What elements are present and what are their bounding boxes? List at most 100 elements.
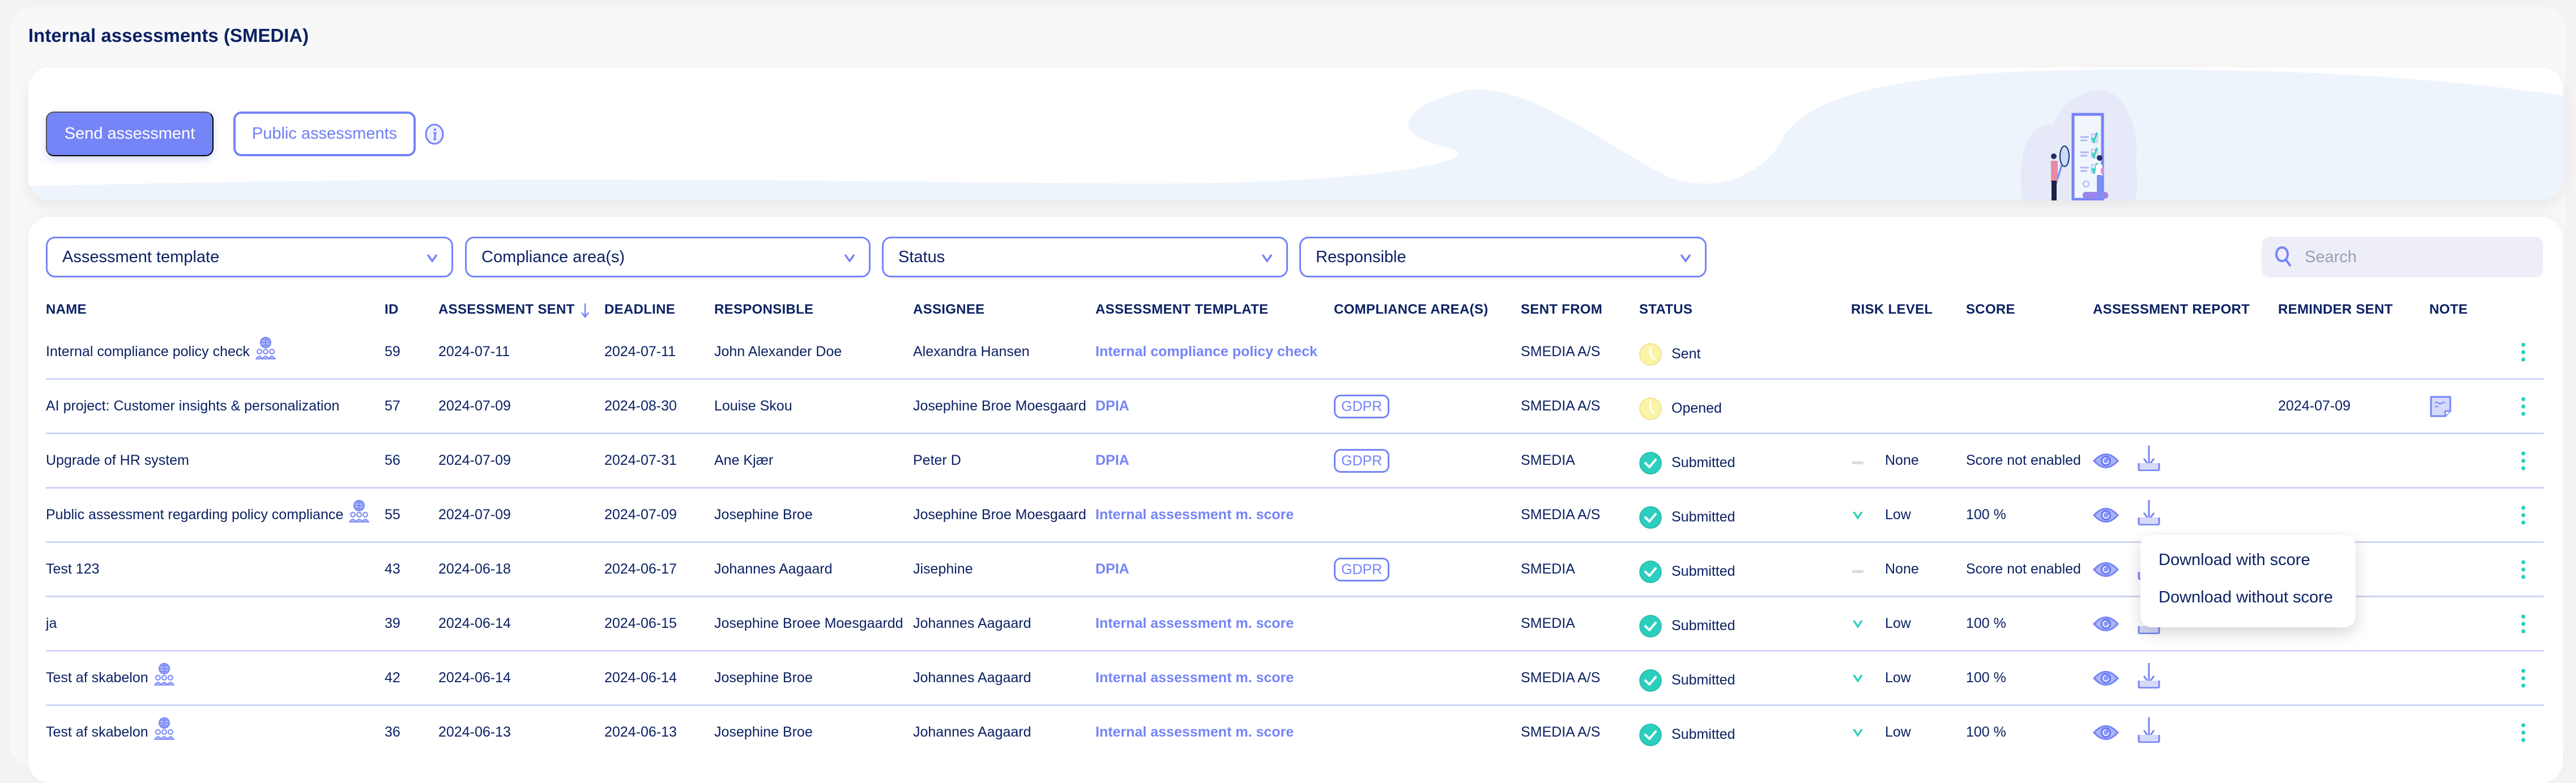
info-icon[interactable]	[425, 123, 444, 145]
eye-icon[interactable]	[2093, 669, 2119, 688]
column-header-responsible[interactable]: RESPONSIBLE	[714, 302, 813, 318]
more-options-icon[interactable]	[2520, 505, 2527, 525]
column-header-assessment-template[interactable]: ASSESSMENT TEMPLATE	[1095, 302, 1268, 318]
template-link[interactable]: Internal compliance policy check	[1095, 344, 1317, 360]
filter-status[interactable]: Status	[882, 237, 1288, 277]
more-options-icon[interactable]	[2520, 342, 2527, 362]
eye-icon[interactable]	[2093, 723, 2119, 742]
column-header-score[interactable]: SCORE	[1966, 302, 2015, 318]
public-assessments-button[interactable]: Public assessments	[233, 112, 416, 156]
column-header-name[interactable]: NAME	[46, 302, 87, 318]
cell-template: Internal assessment m. score	[1095, 489, 1294, 541]
column-header-status[interactable]: STATUS	[1639, 302, 1692, 318]
more-options-icon[interactable]	[2520, 559, 2527, 580]
cell-deadline: 2024-06-13	[604, 706, 677, 759]
cell-report	[2093, 706, 2161, 759]
cell-id: 59	[385, 326, 400, 378]
column-header-assessment-sent[interactable]: ASSESSMENT SENT	[438, 302, 590, 318]
table-row[interactable]: Test af skabelon 42 2024-06-14 2024-06-14 Jo…	[46, 652, 2544, 706]
sent-date: 2024-06-13	[438, 724, 511, 740]
template-link[interactable]: Internal assessment m. score	[1095, 507, 1294, 523]
eye-icon[interactable]	[2093, 560, 2119, 579]
risk-level: Low	[1885, 724, 1911, 740]
sent-from: SMEDIA A/S	[1521, 344, 1601, 360]
cell-status: Submitted	[1639, 545, 1735, 598]
cell-status: Opened	[1639, 382, 1722, 435]
checklist-illustration	[2020, 90, 2138, 200]
template-link[interactable]: DPIA	[1095, 561, 1129, 577]
column-header-id[interactable]: ID	[385, 302, 399, 318]
table-row[interactable]: Upgrade of HR system 56 2024-07-09 2024-07-…	[46, 434, 2544, 489]
filter-assessment-template[interactable]: Assessment template	[46, 237, 453, 277]
cell-assessment-sent: 2024-07-11	[438, 326, 510, 378]
cell-status: Submitted	[1639, 600, 1735, 652]
filter-compliance-area[interactable]: Compliance area(s)	[465, 237, 871, 277]
assessment-name[interactable]: Public assessment regarding policy compl…	[46, 507, 343, 523]
assessment-id: 39	[385, 615, 400, 631]
column-header-deadline[interactable]: DEADLINE	[604, 302, 675, 318]
table-row[interactable]: Test af skabelon 36 2024-06-13 2024-06-13 Jo…	[46, 706, 2544, 760]
download-with-score-option[interactable]: Download with score	[2159, 551, 2310, 570]
more-options-icon[interactable]	[2520, 614, 2527, 634]
template-link[interactable]: DPIA	[1095, 452, 1129, 469]
more-options-icon[interactable]	[2520, 396, 2527, 417]
search-input[interactable]	[2304, 247, 2532, 267]
cell-responsible: Josephine Broe	[714, 652, 813, 704]
template-link[interactable]: Internal assessment m. score	[1095, 670, 1294, 686]
download-without-score-option[interactable]: Download without score	[2159, 588, 2333, 607]
cell-deadline: 2024-07-09	[604, 489, 677, 541]
cell-report	[2093, 652, 2161, 704]
cell-status: Submitted	[1639, 437, 1735, 489]
filter-responsible[interactable]: Responsible	[1299, 237, 1707, 277]
more-options-icon[interactable]	[2520, 451, 2527, 471]
table-row[interactable]: AI project: Customer insights & personal…	[46, 380, 2544, 434]
score-value: 100 %	[1966, 724, 2006, 740]
table-row[interactable]: Internal compliance policy check 59 2024-0…	[46, 326, 2544, 380]
assessment-name[interactable]: Upgrade of HR system	[46, 452, 189, 469]
eye-icon[interactable]	[2093, 506, 2119, 525]
column-header-reminder-sent[interactable]: REMINDER SENT	[2278, 302, 2393, 318]
column-header-assignee[interactable]: ASSIGNEE	[913, 302, 984, 318]
sent-date: 2024-07-11	[438, 344, 510, 360]
assignee-name: Josephine Broe Moesgaard	[913, 507, 1086, 523]
cell-more	[2520, 706, 2527, 759]
eye-icon[interactable]	[2093, 614, 2119, 634]
cell-status: Submitted	[1639, 654, 1735, 707]
download-icon[interactable]	[2137, 662, 2161, 688]
cell-name: AI project: Customer insights & personal…	[46, 380, 339, 433]
cell-template: Internal assessment m. score	[1095, 597, 1294, 650]
assessment-name[interactable]: Internal compliance policy check	[46, 344, 250, 360]
assessment-name[interactable]: ja	[46, 615, 57, 632]
filter-label: Compliance area(s)	[481, 247, 625, 266]
more-options-icon[interactable]	[2520, 668, 2527, 688]
download-icon[interactable]	[2137, 717, 2161, 743]
chevron-down-low-risk-icon	[1851, 617, 1885, 631]
template-link[interactable]: Internal assessment m. score	[1095, 615, 1294, 632]
download-icon[interactable]	[2137, 499, 2161, 525]
cell-compliance: GDPR	[1334, 434, 1390, 487]
download-icon[interactable]	[2137, 445, 2161, 471]
template-link[interactable]: DPIA	[1095, 398, 1129, 414]
eye-icon[interactable]	[2093, 451, 2119, 470]
assessment-name[interactable]: Test 123	[46, 561, 100, 577]
assessment-name[interactable]: Test af skabelon	[46, 724, 148, 741]
more-options-icon[interactable]	[2520, 722, 2527, 743]
column-header-risk-level[interactable]: RISK LEVEL	[1851, 302, 1933, 318]
cell-note	[2429, 380, 2452, 433]
column-header-compliance-areas[interactable]: COMPLIANCE AREA(S)	[1334, 302, 1489, 318]
template-link[interactable]: Internal assessment m. score	[1095, 724, 1294, 741]
column-header-sent-from[interactable]: SENT FROM	[1521, 302, 1602, 318]
cell-assignee: Alexandra Hansen	[913, 326, 1030, 378]
responsible-name: Johannes Aagaard	[714, 561, 833, 577]
cell-more	[2520, 597, 2527, 650]
cell-id: 55	[385, 489, 400, 541]
note-icon[interactable]	[2429, 395, 2452, 418]
cell-responsible: Louise Skou	[714, 380, 792, 433]
sent-date: 2024-07-09	[438, 398, 511, 414]
send-assessment-button[interactable]: Send assessment	[46, 112, 214, 156]
assessment-name[interactable]: AI project: Customer insights & personal…	[46, 398, 339, 414]
risk-level: Low	[1885, 670, 1911, 686]
arrow-down-icon	[581, 303, 589, 318]
status-label: Submitted	[1671, 455, 1735, 470]
assessment-name[interactable]: Test af skabelon	[46, 670, 148, 686]
